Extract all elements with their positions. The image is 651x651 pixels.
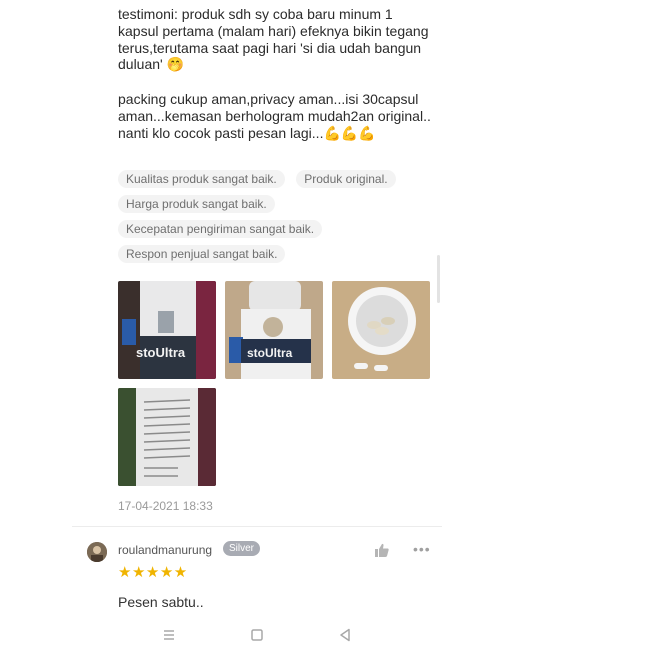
review-timestamp: 17-04-2021 18:33 [118,499,213,513]
review-paragraph-2: packing cukup aman,privacy aman...isi 30… [118,91,436,142]
product-bottle-side-photo[interactable]: stoUltra [225,281,323,379]
back-icon[interactable] [337,627,353,643]
tag-chip: Kualitas produk sangat baik. [118,170,285,188]
review-divider [72,526,442,527]
scrollbar-thumb[interactable] [437,255,440,303]
tag-chip: Kecepatan pengiriman sangat baik. [118,220,323,238]
more-options-icon[interactable]: ••• [413,541,431,557]
tag-chip: Harga produk sangat baik. [118,195,275,213]
bottle-label-text: stoUltra [247,346,293,360]
star-rating: ★★★★★ [118,564,188,581]
review-text-2: Pesen sabtu.. [118,594,204,610]
review-paragraph-1: testimoni: produk sdh sy coba baru minum… [118,6,436,74]
review-paragraph-2-text: packing cukup aman,privacy aman...isi 30… [118,91,431,141]
product-bottle-front-photo[interactable]: stoUltra [118,281,216,379]
home-icon[interactable] [249,627,265,643]
review-tags: Kualitas produk sangat baik. Produk orig… [118,170,438,270]
user-avatar-icon[interactable] [87,542,107,562]
tag-chip: Produk original. [296,170,396,188]
reviewer-username[interactable]: roulandmanurung [118,543,212,557]
open-bottle-capsules-photo[interactable] [332,281,430,379]
member-badge: Silver [223,541,261,556]
menu-icon[interactable] [161,627,177,643]
bottle-back-label-photo[interactable] [118,388,216,486]
flexed-biceps-emoji: 💪💪💪 [323,125,376,142]
shy-face-emoji: 🤭 [166,57,185,74]
system-navigation-bar [160,627,360,645]
review-paragraph-1-text: testimoni: produk sdh sy coba baru minum… [118,6,433,73]
bottle-label-text: stoUltra [136,345,186,360]
tag-chip: Respon penjual sangat baik. [118,245,286,263]
reviewer-header: roulandmanurung Silver ••• [87,540,437,562]
review-text: testimoni: produk sdh sy coba baru minum… [118,6,436,143]
thumbs-up-icon[interactable] [374,542,390,558]
